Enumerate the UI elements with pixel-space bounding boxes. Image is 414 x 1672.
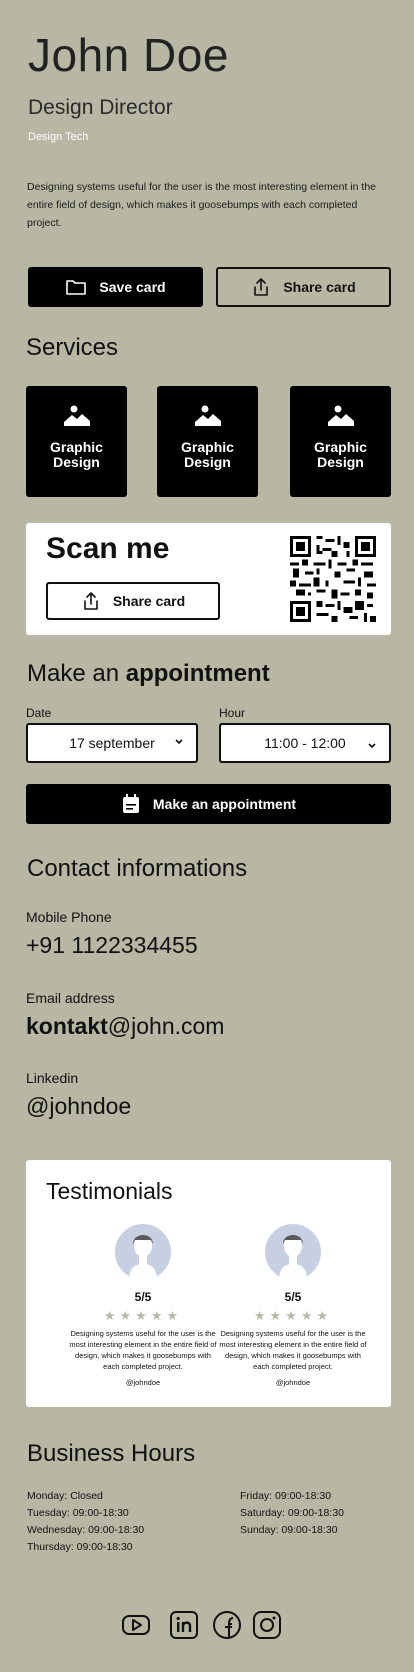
chevron-down-icon [368,743,376,749]
hour-label: Hour [219,706,246,720]
qr-code[interactable] [290,536,376,622]
image-icon [194,405,221,426]
make-appointment-label: Make an appointment [152,796,297,812]
share-card-button[interactable]: Share card [216,267,391,307]
date-select[interactable]: 17 september [26,723,198,763]
calendar-icon [122,794,139,813]
image-icon [63,405,90,426]
avatar [265,1224,321,1280]
hours-column-left: Monday: Closed Tuesday: 09:00-18:30 Wedn… [27,1488,144,1556]
email-value-rest: @john.com [107,1013,225,1039]
service-label: Graphic Design [50,439,103,470]
business-hours-title: Business Hours [27,1440,196,1467]
services-title: Services [26,334,119,361]
share-icon [254,278,269,296]
hour-select[interactable]: 11:00 - 12:00 [219,723,391,763]
hours-row: Sunday: 09:00-18:30 [240,1524,338,1536]
save-card-button[interactable]: Save card [28,267,203,307]
service-label: Graphic Design [181,439,234,470]
share-card-label: Share card [283,279,356,295]
appointment-title-prefix: Make an [27,660,126,687]
service-label: Graphic Design [314,439,367,470]
linkedin-icon[interactable] [169,1610,199,1640]
email-label: Email address [26,990,115,1006]
hours-column-right: Friday: 09:00-18:30 Saturday: 09:00-18:3… [240,1488,344,1539]
phone-label: Mobile Phone [26,909,112,925]
scan-card: Scan me Share card [26,523,391,635]
service-card[interactable]: Graphic Design [26,386,127,497]
linkedin-value[interactable]: @johndoe [26,1093,131,1120]
hours-row: Monday: Closed [27,1490,103,1502]
contact-title: Contact informations [27,855,248,882]
date-value: 17 september [69,735,155,751]
hours-row: Tuesday: 09:00-18:30 [27,1507,129,1519]
star-rating: ★★★★★ [253,1308,333,1323]
profile-company: Design Tech [28,131,89,143]
appointment-title: Make an appointment [27,660,270,688]
avatar [115,1224,171,1280]
date-label: Date [26,706,52,720]
testimonials-card: Testimonials 5/5 ★★★★★ Designing systems… [26,1160,391,1407]
save-card-label: Save card [99,279,166,295]
rating: 5/5 [284,1290,302,1304]
instagram-icon[interactable] [252,1610,282,1640]
youtube-icon[interactable] [121,1610,151,1640]
testimonials-title: Testimonials [46,1178,173,1204]
hours-row: Friday: 09:00-18:30 [240,1490,332,1502]
scan-title: Scan me [46,532,170,565]
service-card[interactable]: Graphic Design [157,386,258,497]
hours-row: Thursday: 09:00-18:30 [27,1541,133,1553]
star-rating: ★★★★★ [103,1308,183,1323]
profile-name: John Doe [28,29,229,81]
appointment-title-bold: appointment [125,660,270,687]
email-value[interactable]: kontakt@john.com [26,1013,224,1040]
share-icon [84,592,98,610]
hours-row: Saturday: 09:00-18:30 [240,1507,344,1519]
hours-row: Wednesday: 09:00-18:30 [27,1524,145,1536]
linkedin-label: Linkedin [26,1070,79,1086]
chevron-down-icon [175,739,183,745]
hour-value: 11:00 - 12:00 [264,735,346,751]
facebook-icon[interactable] [212,1610,242,1640]
make-appointment-button[interactable]: Make an appointment [26,784,391,824]
image-icon [327,405,354,426]
testimonial-handle: @johndoe [125,1378,161,1387]
phone-value[interactable]: +91 1122334455 [26,932,198,959]
rating: 5/5 [134,1290,152,1304]
profile-role: Design Director [28,96,173,119]
email-value-bold: kontakt [26,1013,108,1039]
testimonial-text: Designing systems useful for the user is… [219,1329,367,1371]
testimonial: 5/5 ★★★★★ Designing systems useful for t… [68,1224,218,1387]
testimonial-handle: @johndoe [275,1378,311,1387]
scan-share-button[interactable]: Share card [46,582,220,620]
folder-icon [66,280,87,295]
testimonial: 5/5 ★★★★★ Designing systems useful for t… [218,1224,368,1387]
profile-bio: Designing systems useful for the user is… [27,181,377,229]
scan-share-label: Share card [112,593,186,609]
testimonial-text: Designing systems useful for the user is… [69,1329,217,1371]
service-card[interactable]: Graphic Design [290,386,391,497]
